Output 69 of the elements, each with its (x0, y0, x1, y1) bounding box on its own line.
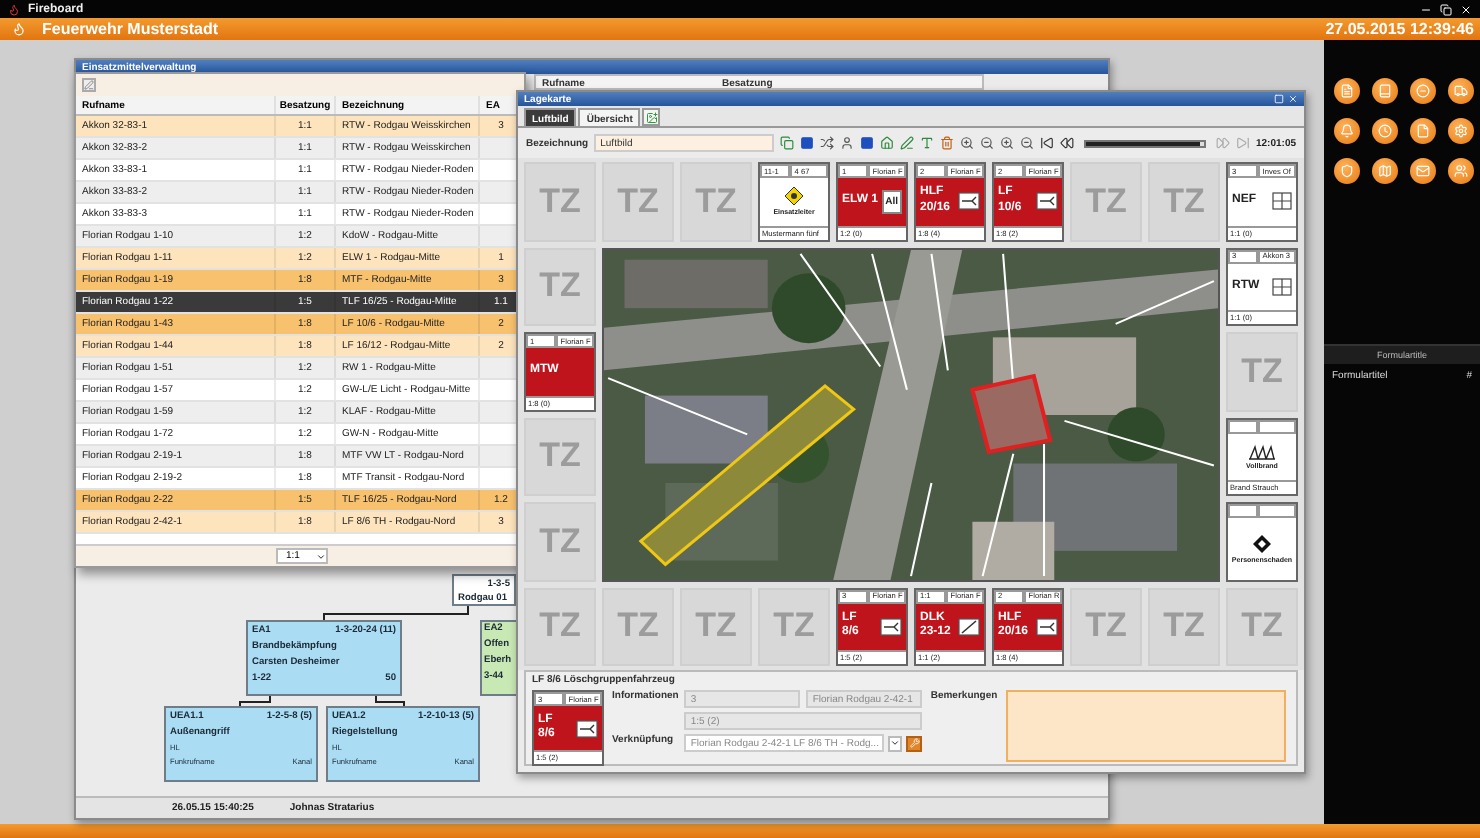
slot-label: TZ (1241, 351, 1283, 392)
toolbar-icon[interactable] (1448, 118, 1474, 144)
trash-icon[interactable] (940, 136, 955, 150)
toolbar-icon[interactable] (1372, 118, 1398, 144)
close-icon[interactable] (1460, 3, 1472, 15)
toolbar-icon[interactable] (1372, 78, 1398, 104)
slot-label: TZ (539, 181, 581, 222)
slot-label: TZ (1085, 181, 1127, 222)
slot-label: TZ (617, 606, 659, 647)
skip-back-icon[interactable] (1040, 136, 1055, 150)
slot-label: TZ (539, 266, 581, 307)
toolbar-icon[interactable] (1410, 78, 1436, 104)
flame-icon (12, 22, 26, 36)
zoom-out-icon[interactable] (980, 136, 995, 150)
organization-name: Feuerwehr Musterstadt (42, 20, 221, 38)
square-icon[interactable] (800, 136, 815, 150)
restore-icon[interactable] (1440, 3, 1452, 15)
slot-label: TZ (1085, 606, 1127, 647)
shuffle-icon[interactable] (820, 136, 835, 150)
add-layer-icon[interactable] (642, 108, 661, 126)
slot-label: TZ (1241, 606, 1283, 647)
slot-label: TZ (617, 181, 659, 222)
slot-label: TZ (539, 606, 581, 647)
wrench-icon (909, 738, 920, 748)
maximize-icon[interactable] (1274, 94, 1284, 104)
hose-symbol-icon (880, 617, 902, 636)
slot-label: TZ (695, 606, 737, 647)
hose-symbol-icon (576, 719, 598, 737)
slot-label: TZ (1163, 181, 1205, 222)
minimize-icon[interactable] (1420, 3, 1432, 15)
slot-label: TZ (539, 436, 581, 477)
toolbar-icon[interactable] (1410, 118, 1436, 144)
toolbar-icon[interactable] (1372, 158, 1398, 184)
pen-icon[interactable] (900, 136, 915, 150)
slot-label: TZ (695, 181, 737, 222)
caret-icon (890, 738, 901, 748)
hose-symbol-icon (1036, 617, 1058, 636)
zoom-in-icon[interactable] (1000, 136, 1015, 150)
diamond-symbol-icon (1252, 533, 1272, 554)
slot-label: TZ (773, 606, 815, 647)
rewind-icon[interactable] (1060, 136, 1075, 150)
text-icon[interactable] (920, 136, 935, 150)
timeline-slider[interactable] (1084, 139, 1206, 147)
app-logo-icon (8, 3, 20, 15)
toolbar-icon[interactable] (1448, 78, 1474, 104)
zoom-in-icon[interactable] (960, 136, 975, 150)
toolbar-icon[interactable] (1334, 118, 1360, 144)
toolbar-icon[interactable] (1448, 158, 1474, 184)
hose-symbol-icon (958, 192, 980, 211)
copy-icon[interactable] (780, 136, 795, 150)
tool-button[interactable] (906, 735, 923, 751)
toolbar-icon[interactable] (1410, 158, 1436, 184)
date-time: 27.05.2015 12:39:46 (1325, 20, 1474, 38)
hose-symbol-icon (1036, 192, 1058, 211)
slot-label: TZ (1163, 606, 1205, 647)
user-icon[interactable] (840, 136, 855, 150)
square-icon[interactable] (860, 136, 875, 150)
home-icon[interactable] (880, 136, 895, 150)
remarks-field[interactable] (1005, 690, 1286, 762)
toolbar-icon[interactable] (1334, 158, 1360, 184)
grid-symbol-icon (1272, 192, 1292, 211)
ladder-symbol-icon (958, 617, 980, 636)
grid-symbol-icon (1272, 277, 1292, 296)
caret-icon[interactable] (316, 551, 326, 561)
toolbar-icon[interactable] (1334, 78, 1360, 104)
fire-symbol-icon (1248, 443, 1276, 460)
slot-label: TZ (539, 521, 581, 562)
warning-diamond-icon (784, 186, 804, 207)
zoom-out-icon[interactable] (1020, 136, 1035, 150)
